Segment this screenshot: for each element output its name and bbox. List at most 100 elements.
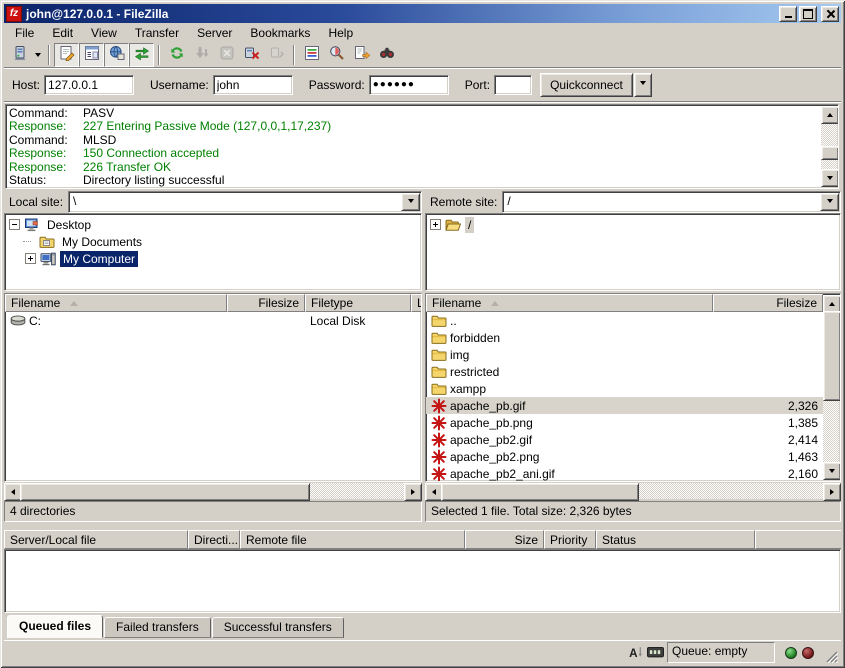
queue-column-header-server-local-file[interactable]: Server/Local file [4, 530, 188, 549]
menu-server[interactable]: Server [188, 25, 241, 41]
remote-hscrollbar[interactable] [425, 483, 841, 499]
refresh-icon [169, 45, 185, 64]
file-row-apache-pb-png[interactable]: apache_pb.png1,385 [426, 414, 823, 431]
file-row-xampp[interactable]: xampp [426, 380, 823, 397]
menu-help[interactable]: Help [319, 25, 362, 41]
local-hscroll-thumb[interactable] [20, 483, 310, 501]
remote-hscroll-thumb[interactable] [441, 483, 639, 501]
tree-expander-plus-icon[interactable] [430, 219, 441, 230]
file-row-forbidden[interactable]: forbidden [426, 329, 823, 346]
folder-icon [431, 313, 447, 329]
username-input[interactable] [213, 75, 293, 95]
close-button[interactable] [821, 6, 839, 22]
filter-button[interactable] [299, 43, 324, 67]
remote-site-dropdown-button[interactable] [820, 193, 839, 211]
column-header-filename[interactable]: Filename [426, 294, 713, 312]
remote-vscroll-thumb[interactable] [823, 311, 841, 401]
menu-file[interactable]: File [6, 25, 43, 41]
minimize-icon [785, 16, 792, 18]
window-title: john@127.0.0.1 - FileZilla [26, 7, 777, 21]
queue-column-header-priority[interactable]: Priority [544, 530, 596, 549]
directory-comparison-button[interactable] [324, 43, 349, 67]
file-row-apache-pb-gif[interactable]: apache_pb.gif2,326 [426, 397, 823, 414]
toggle-local-tree-button[interactable] [79, 43, 104, 67]
local-hscrollbar[interactable] [4, 483, 422, 499]
toggle-transfer-queue-button[interactable] [129, 43, 154, 67]
log-scroll-down-button[interactable] [821, 169, 839, 187]
refresh-button[interactable] [164, 43, 189, 67]
drive-icon [10, 313, 26, 329]
local-scroll-right-button[interactable] [404, 483, 422, 501]
menu-view[interactable]: View [82, 25, 126, 41]
file-row-apache-pb2-ani-gif[interactable]: apache_pb2_ani.gif2,160 [426, 465, 823, 482]
maximize-button[interactable] [799, 6, 817, 22]
menu-transfer[interactable]: Transfer [126, 25, 188, 41]
queue-icon [134, 45, 150, 64]
file-row-restricted[interactable]: restricted [426, 363, 823, 380]
transfer-type-icon[interactable]: A [627, 644, 644, 661]
file-row-apache-pb2-gif[interactable]: apache_pb2.gif2,414 [426, 431, 823, 448]
remote-scroll-right-button[interactable] [823, 483, 841, 501]
tab-failed-transfers[interactable]: Failed transfers [104, 617, 211, 638]
column-header-filesize[interactable]: Filesize [227, 294, 305, 312]
local-tree-item-my-documents[interactable]: My Documents [7, 233, 421, 250]
file-row-c[interactable]: C:Local Disk [5, 312, 421, 329]
filesize-cell [713, 363, 823, 380]
site-manager-button[interactable] [7, 43, 32, 67]
quickconnect-dropdown-button[interactable] [634, 73, 652, 97]
toggle-message-log-button[interactable] [54, 43, 79, 67]
file-row-img[interactable]: img [426, 346, 823, 363]
title-bar[interactable]: fz john@127.0.0.1 - FileZilla [4, 4, 841, 23]
chevron-down-icon [408, 199, 414, 206]
remote-site-combo[interactable]: / [502, 191, 841, 213]
menu-edit[interactable]: Edit [43, 25, 82, 41]
indicator-badge-icon[interactable] [647, 644, 664, 661]
log-line-label: Status: [9, 174, 83, 187]
queue-column-header-directi[interactable]: Directi... [188, 530, 240, 549]
quickconnect-button[interactable]: Quickconnect [540, 73, 633, 97]
log-scroll-thumb[interactable] [821, 146, 839, 160]
remote-scroll-down-button[interactable] [823, 462, 841, 480]
column-header-l[interactable]: L [411, 294, 422, 312]
disconnect-button[interactable] [239, 43, 264, 67]
status-bar-right: A Queue: empty [627, 642, 841, 663]
queue-column-header-size[interactable]: Size [465, 530, 544, 549]
column-header-filename[interactable]: Filename [5, 294, 227, 312]
queue-column-header-item[interactable] [755, 530, 841, 549]
filename-text: apache_pb.gif [450, 399, 525, 413]
synchronized-browsing-button[interactable] [349, 43, 374, 67]
column-header-filetype[interactable]: Filetype [305, 294, 411, 312]
column-header-label: Filetype [311, 296, 353, 310]
queue-body[interactable] [4, 549, 841, 613]
resize-grip[interactable] [823, 648, 838, 663]
filesize-cell: 2,414 [713, 431, 823, 448]
log-scroll-up-button[interactable] [821, 106, 839, 124]
minimize-button[interactable] [779, 6, 797, 22]
tree-expander-plus-icon[interactable] [25, 253, 36, 264]
file-row-apache-pb2-png[interactable]: apache_pb2.png1,463 [426, 448, 823, 465]
column-header-label: Status [602, 533, 636, 547]
tab-successful-transfers[interactable]: Successful transfers [212, 617, 344, 638]
tab-queued-files[interactable]: Queued files [7, 615, 103, 638]
remote-vscrollbar[interactable] [823, 295, 839, 480]
site-manager-dropdown-button[interactable] [32, 44, 44, 66]
tree-expander-minus-icon[interactable] [9, 219, 20, 230]
toggle-remote-tree-button[interactable] [104, 43, 129, 67]
local-site-combo[interactable]: \ [68, 191, 422, 213]
password-input[interactable] [369, 75, 449, 95]
local-tree-item-my-computer[interactable]: My Computer [7, 250, 421, 267]
column-header-filesize[interactable]: Filesize [713, 294, 823, 312]
filename-cell: xampp [426, 380, 713, 397]
port-input[interactable] [494, 75, 532, 95]
local-tree-item-desktop[interactable]: Desktop [7, 216, 421, 233]
find-files-button[interactable] [374, 43, 399, 67]
log-vscrollbar[interactable] [821, 106, 837, 187]
password-label: Password: [309, 78, 365, 92]
queue-column-header-status[interactable]: Status [596, 530, 755, 549]
menu-bookmarks[interactable]: Bookmarks [241, 25, 319, 41]
local-site-dropdown-button[interactable] [401, 193, 420, 211]
host-input[interactable] [44, 75, 134, 95]
remote-tree-item-item[interactable]: / [428, 216, 840, 233]
file-row-item[interactable]: .. [426, 312, 823, 329]
queue-column-header-remote-file[interactable]: Remote file [240, 530, 465, 549]
